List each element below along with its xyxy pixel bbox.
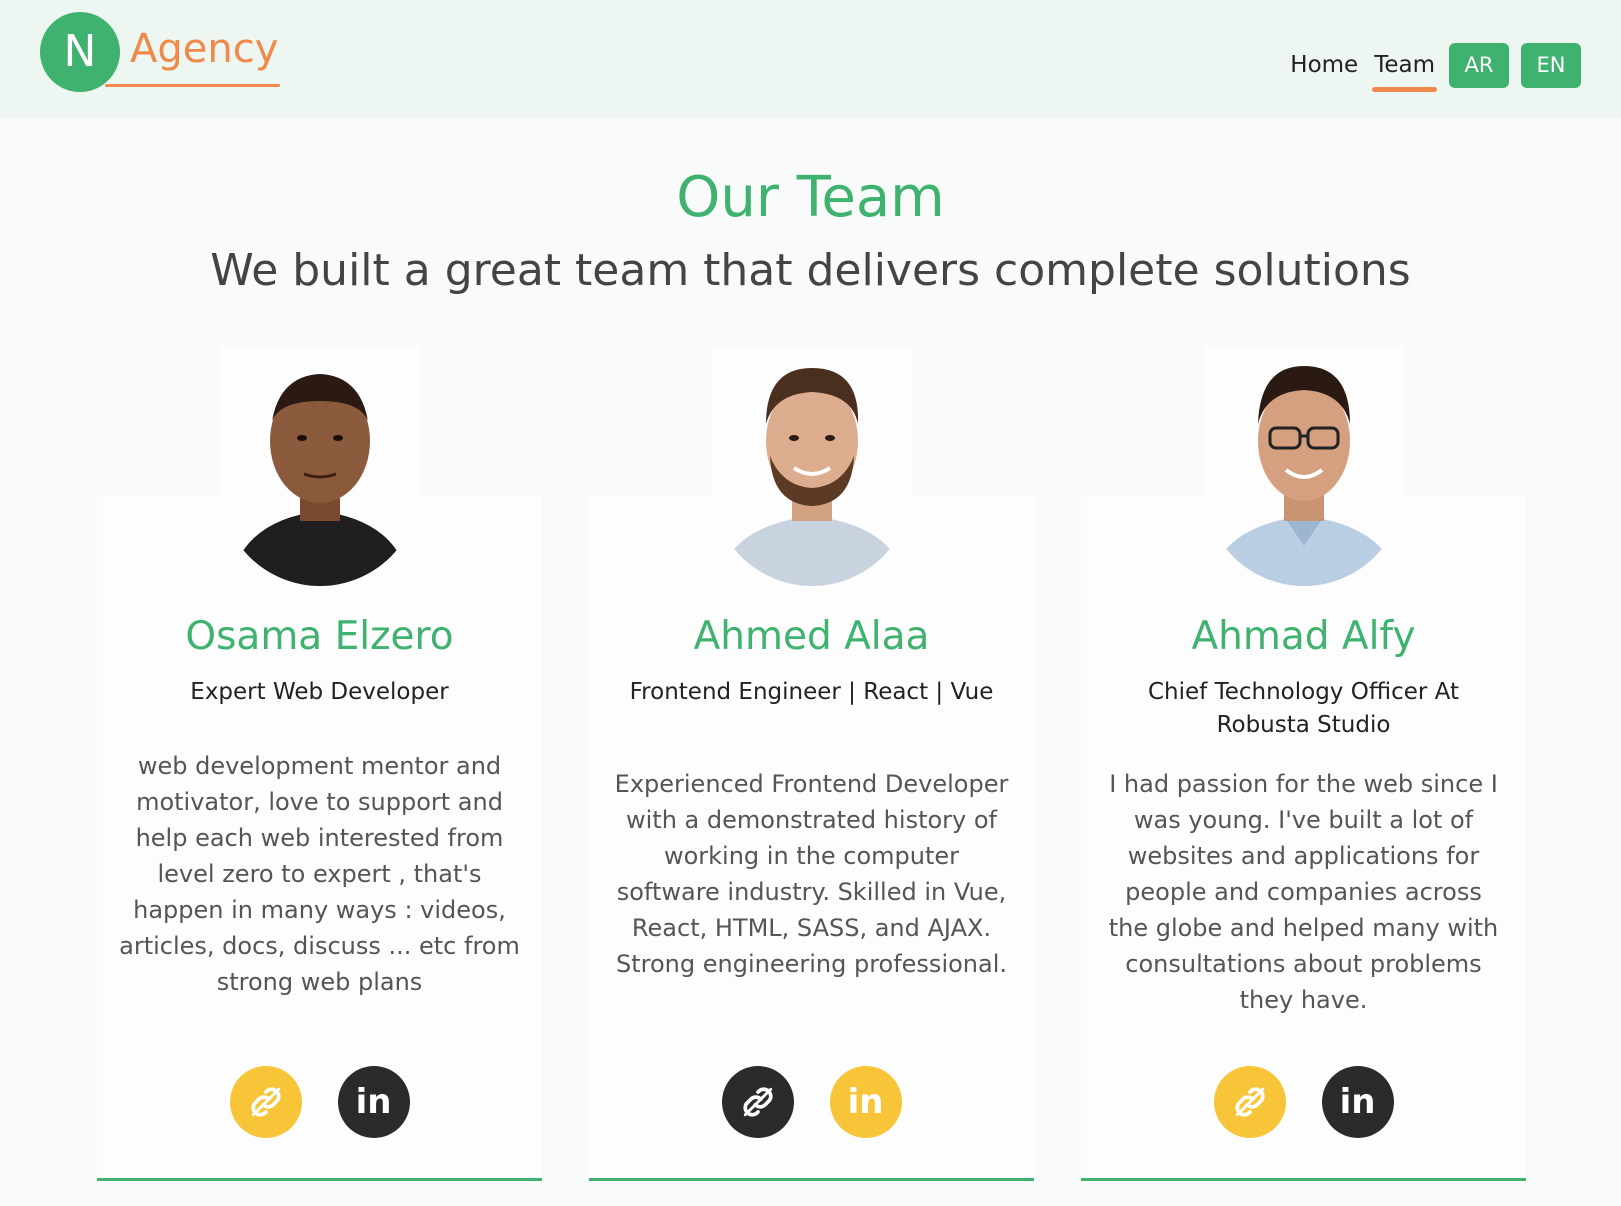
- member-role: Frontend Engineer | React | Vue: [629, 679, 994, 705]
- page-title: Our Team: [676, 165, 945, 230]
- social-links: in: [1081, 1066, 1526, 1138]
- avatar: [219, 346, 420, 586]
- member-bio: I had passion for the web since I was yo…: [1108, 770, 1499, 1014]
- nav-home[interactable]: Home: [1288, 48, 1360, 82]
- logo-letter: N: [63, 26, 97, 77]
- navbar: N Agency Home Team AR EN: [0, 0, 1621, 118]
- linkedin-button[interactable]: in: [1321, 1066, 1394, 1138]
- member-name: Osama Elzero: [185, 614, 454, 659]
- social-links: in: [589, 1066, 1034, 1138]
- link-icon: [742, 1087, 773, 1117]
- nav-team[interactable]: Team: [1372, 48, 1437, 92]
- website-link-button[interactable]: [229, 1066, 302, 1138]
- link-icon: [1234, 1087, 1265, 1117]
- linkedin-icon: in: [847, 1082, 884, 1122]
- link-icon: [250, 1087, 281, 1117]
- member-name: Ahmad Alfy: [1191, 614, 1416, 659]
- brand-name: Agency: [130, 26, 279, 72]
- lang-en-button[interactable]: EN: [1521, 42, 1581, 88]
- main-nav: Home Team AR EN: [1288, 42, 1581, 92]
- linkedin-icon: in: [355, 1082, 392, 1122]
- member-name: Ahmed Alaa: [693, 614, 930, 659]
- avatar: [711, 346, 912, 586]
- member-role: Expert Web Developer: [190, 679, 449, 705]
- page-subtitle: We built a great team that delivers comp…: [210, 245, 1411, 296]
- linkedin-button[interactable]: in: [337, 1066, 410, 1138]
- linkedin-icon: in: [1339, 1082, 1376, 1122]
- team-card: Ahmed Alaa Frontend Engineer | React | V…: [589, 346, 1034, 1181]
- website-link-button[interactable]: [1213, 1066, 1286, 1138]
- member-bio: Experienced Frontend Developer with a de…: [614, 770, 1009, 978]
- social-links: in: [97, 1066, 542, 1138]
- team-card: Osama Elzero Expert Web Developer web de…: [97, 346, 542, 1181]
- brand-logo[interactable]: N Agency: [40, 12, 290, 92]
- avatar: [1203, 346, 1404, 586]
- logo-underline: [105, 84, 280, 87]
- linkedin-button[interactable]: in: [829, 1066, 902, 1138]
- member-bio: web development mentor and motivator, lo…: [119, 752, 520, 996]
- website-link-button[interactable]: [721, 1066, 794, 1138]
- member-role: Chief Technology Officer At Robusta Stud…: [1148, 679, 1459, 738]
- team-card: Ahmad Alfy Chief Technology Officer At R…: [1081, 346, 1526, 1181]
- lang-ar-button[interactable]: AR: [1449, 42, 1509, 88]
